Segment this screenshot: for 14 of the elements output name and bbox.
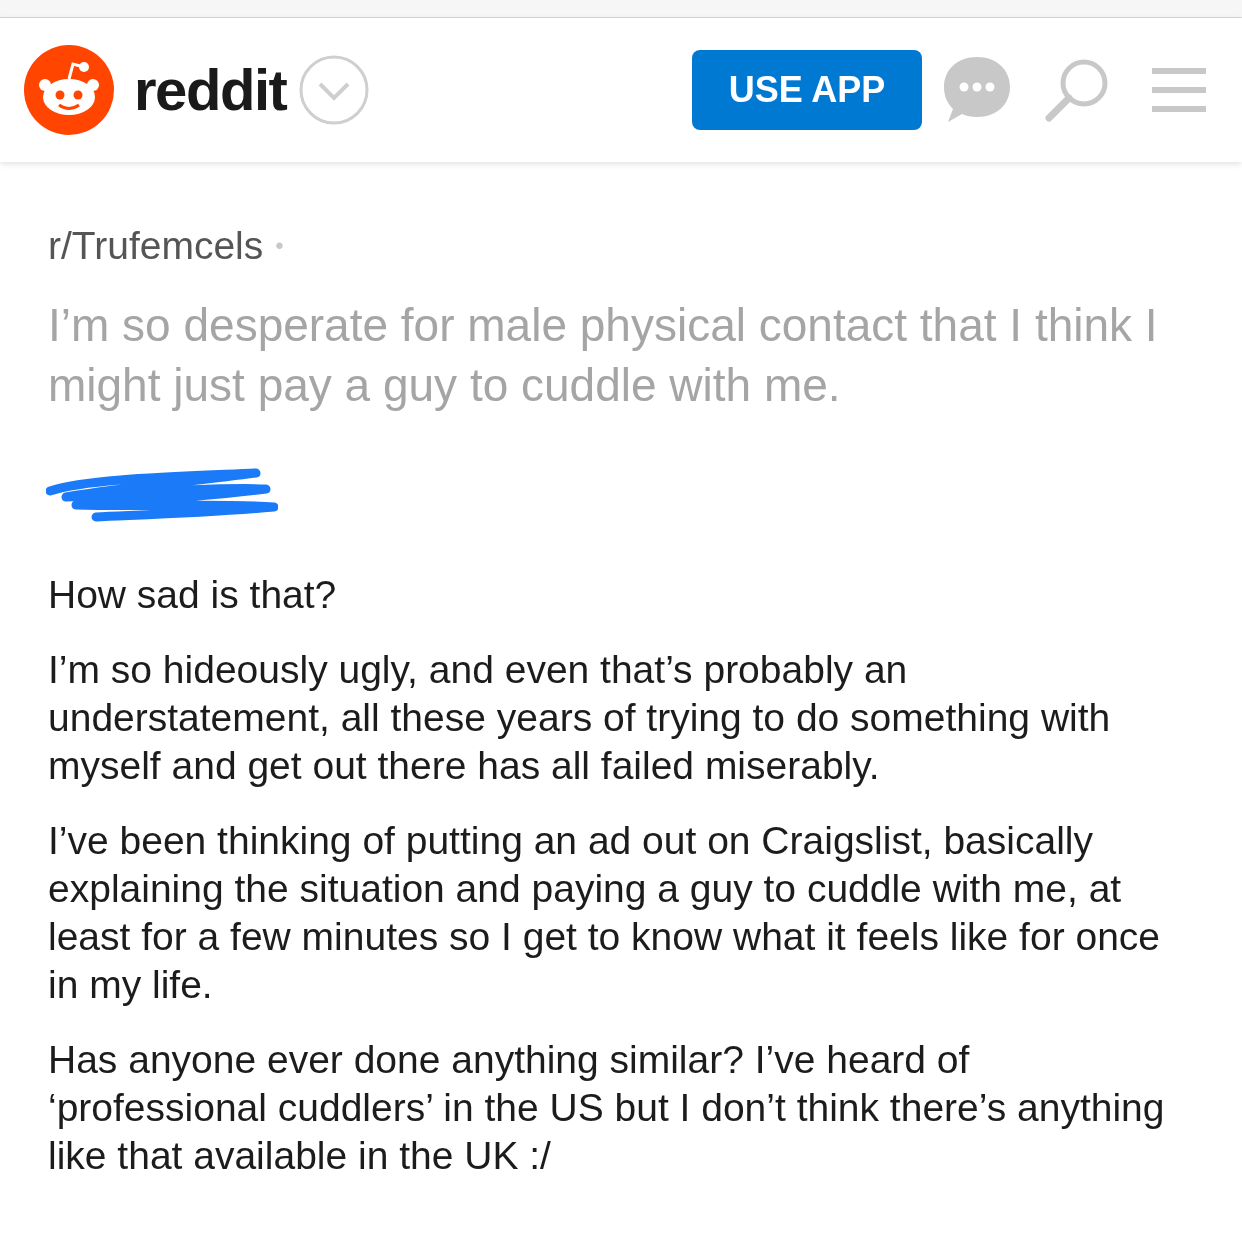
chevron-circle-icon[interactable]	[298, 54, 371, 126]
subreddit-link[interactable]: r/Trufemcels	[48, 226, 264, 265]
menu-icon[interactable]	[1152, 68, 1206, 112]
post-paragraph: How sad is that?	[48, 572, 338, 618]
post-paragraph: I’ve been thinking of putting an ad out on Craigslist, basically explaining the situation and paying a guy to cuddle with me, at least for a few minutes so I get to know what it feels like for once in my life.	[48, 818, 1162, 1008]
reddit-wordmark: reddit	[134, 61, 287, 119]
post-paragraph: I’m so hideously ugly, and even that’s probably an understatement, all these years of trying to do something with myself and get out there has all failed miserably.	[48, 647, 1112, 789]
use-app-button[interactable]: USE APP	[692, 50, 922, 130]
post-paragraph: Has anyone ever done anything similar? I’ve heard of ‘professional cuddlers’ in the US but I don’t think there’s anything like that available in the UK :/	[48, 1037, 1166, 1179]
search-icon[interactable]	[1044, 57, 1110, 123]
post-title: I’m so desperate for male physical contact that I think I might just pay a guy to cuddle with me.	[48, 298, 1159, 413]
reddit-logo-icon[interactable]	[24, 45, 114, 135]
separator-dot: •	[275, 233, 284, 258]
chat-icon[interactable]	[942, 55, 1012, 125]
